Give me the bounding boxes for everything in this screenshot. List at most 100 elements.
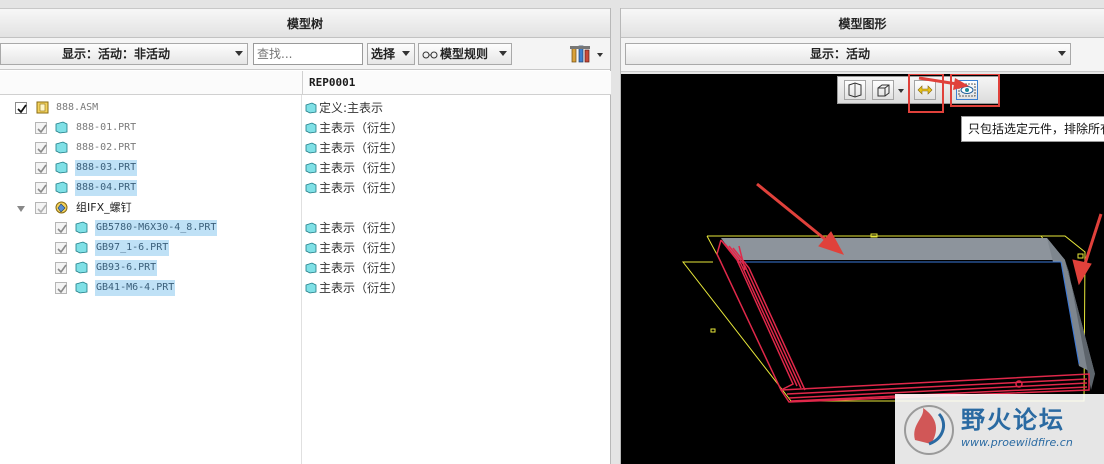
visibility-checkbox[interactable] [35, 162, 47, 174]
part-icon [305, 242, 317, 254]
visibility-checkbox[interactable] [35, 182, 47, 194]
rep-status: 主表示（衍生） [305, 160, 403, 176]
part-icon [305, 262, 317, 274]
check-icon [57, 264, 67, 274]
part-icon [305, 182, 317, 194]
rep-status: 主表示（衍生） [305, 240, 403, 256]
tree-column-header: REP0001 [0, 71, 611, 95]
visibility-checkbox[interactable] [35, 142, 47, 154]
check-icon [37, 124, 47, 134]
part-icon [305, 142, 317, 154]
tree-item-name: 888-04.PRT [75, 180, 138, 196]
model-rules-label: 模型规则 [439, 47, 488, 61]
check-icon [37, 204, 47, 214]
tree-item-name: 888-03.PRT [75, 160, 138, 176]
tree-row[interactable]: GB97_1-6.PRT 主表示（衍生） [0, 238, 611, 258]
tree-row[interactable]: 888-01.PRT 主表示（衍生） [0, 118, 611, 138]
chevron-down-icon [235, 51, 243, 56]
flame-logo-icon [904, 405, 954, 455]
tree-row[interactable]: 888-04.PRT 主表示（衍生） [0, 178, 611, 198]
assembly-icon [36, 101, 49, 114]
tree-row[interactable]: 888-02.PRT 主表示（衍生） [0, 138, 611, 158]
watermark-url: www.proewildfire.cn [961, 436, 1073, 449]
search-input[interactable] [253, 43, 363, 65]
select-dropdown-label: 选择 [370, 47, 395, 61]
tree-item-name: 888-01.PRT [76, 122, 137, 133]
view-manager-button[interactable] [844, 80, 866, 100]
rep-status-text: 主表示（衍生） [319, 121, 404, 135]
tree-row[interactable]: 888.ASM 定义:主表示 [0, 98, 611, 118]
check-icon [17, 104, 27, 114]
visibility-checkbox[interactable] [55, 222, 67, 234]
part-icon [75, 261, 88, 274]
chevron-down-icon[interactable] [898, 89, 904, 93]
rep-status: 主表示（衍生） [305, 260, 403, 276]
app-window: 模型树 显示：活动：非活动 选择 模型规则 [0, 0, 1104, 464]
group-icon [55, 201, 68, 214]
tree-item-name: GB93-6.PRT [95, 260, 158, 276]
graphics-display-dropdown[interactable]: 显示：活动 [625, 43, 1071, 65]
settings-tools-icon[interactable] [570, 44, 592, 64]
rep-status-text: 主表示（衍生） [319, 161, 404, 175]
tree-row-group[interactable]: 组IFX_螺钉 [0, 198, 611, 218]
rep-status: 主表示（衍生） [305, 280, 403, 296]
model-tree-panel: 模型树 显示：活动：非活动 选择 模型规则 [0, 8, 611, 464]
part-icon [75, 281, 88, 294]
rep-status-text: 定义:主表示 [319, 101, 384, 115]
display-dropdown[interactable]: 显示：活动：非活动 [0, 43, 248, 65]
check-icon [57, 244, 67, 254]
rep-status: 主表示（衍生） [305, 120, 403, 136]
annotation-arrow-icon [918, 76, 969, 90]
visibility-checkbox[interactable] [55, 282, 67, 294]
part-icon [305, 162, 317, 174]
watermark-text: 野火论坛 [961, 406, 1065, 434]
model-graphics-title: 模型图形 [621, 8, 1104, 38]
graphics-viewport[interactable]: 只包括选定元件，排除所有 野火论坛 www.proewildfire.cn [621, 74, 1104, 464]
visibility-checkbox[interactable] [15, 102, 27, 114]
select-dropdown[interactable]: 选择 [367, 43, 415, 65]
rep-status-text: 主表示（衍生） [319, 221, 404, 235]
check-icon [37, 144, 47, 154]
cube-icon [877, 84, 890, 97]
part-icon [305, 102, 317, 114]
rep-column-header: REP0001 [302, 71, 355, 95]
graphics-display-label: 显示：活动 [809, 47, 870, 61]
part-icon [55, 141, 68, 154]
tree-item-name: 组IFX_螺钉 [76, 201, 132, 214]
chevron-down-icon [499, 51, 507, 56]
model-tree-toolbar: 显示：活动：非活动 选择 模型规则 [0, 38, 610, 70]
check-icon [57, 224, 67, 234]
model-rules-dropdown[interactable]: 模型规则 [418, 43, 512, 65]
tree-item-name: GB97_1-6.PRT [95, 240, 170, 256]
tree-row[interactable]: GB93-6.PRT 主表示（衍生） [0, 258, 611, 278]
part-icon [305, 122, 317, 134]
tooltip: 只包括选定元件，排除所有 [961, 116, 1104, 142]
part-icon [75, 241, 88, 254]
rep-status-text: 主表示（衍生） [319, 281, 404, 295]
check-icon [37, 184, 47, 194]
tree-row[interactable]: 888-03.PRT 主表示（衍生） [0, 158, 611, 178]
chevron-down-icon[interactable] [597, 53, 603, 57]
tree-item-name: GB41-M6-4.PRT [95, 280, 176, 296]
part-icon [55, 121, 68, 134]
part-icon [75, 221, 88, 234]
expand-triangle-icon[interactable] [17, 206, 25, 212]
check-icon [57, 284, 67, 294]
visibility-checkbox[interactable] [35, 122, 47, 134]
tree-row[interactable]: GB5780-M6X30-4_8.PRT 主表示（衍生） [0, 218, 611, 238]
model-graphics-toolbar: 显示：活动 [621, 38, 1104, 72]
model-graphics-panel: 模型图形 显示：活动 只包括选定元件，排除所有 野火论坛 www.proewil… [620, 8, 1104, 464]
rep-status-text: 主表示（衍生） [319, 181, 404, 195]
tree-item-name: GB5780-M6X30-4_8.PRT [95, 220, 218, 236]
visibility-checkbox[interactable] [55, 242, 67, 254]
saved-views-icon [848, 82, 862, 98]
model-tree-title: 模型树 [0, 8, 610, 38]
visibility-checkbox[interactable] [55, 262, 67, 274]
chevron-down-icon [402, 51, 410, 56]
tree-row[interactable]: GB41-M6-4.PRT 主表示（衍生） [0, 278, 611, 298]
rep-status-text: 主表示（衍生） [319, 141, 404, 155]
display-style-button[interactable] [872, 80, 894, 100]
visibility-checkbox[interactable] [35, 202, 47, 214]
rep-status: 主表示（衍生） [305, 140, 403, 156]
part-icon [55, 161, 68, 174]
